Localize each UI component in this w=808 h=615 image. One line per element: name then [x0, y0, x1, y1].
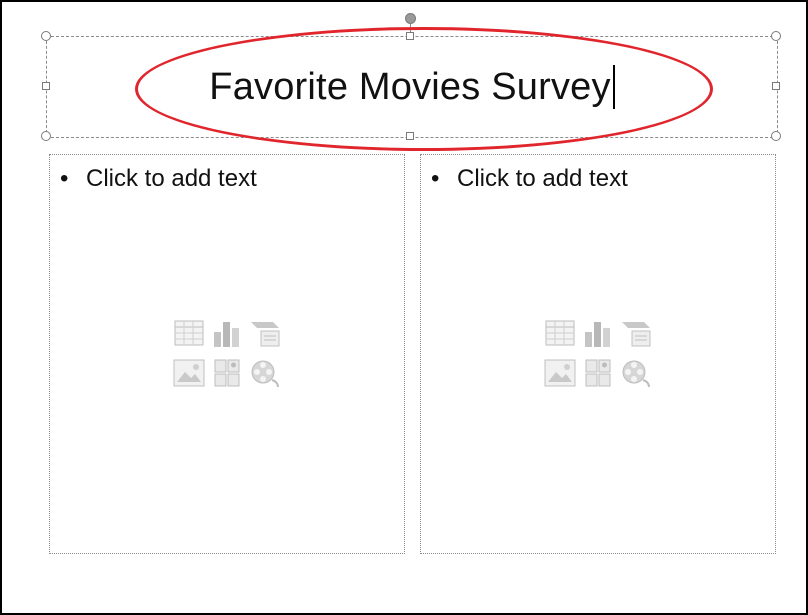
- resize-handle-bottom-left[interactable]: [41, 131, 51, 141]
- resize-handle-left[interactable]: [42, 82, 50, 90]
- title-text-area[interactable]: Favorite Movies Survey: [47, 37, 777, 137]
- content-placeholder-left[interactable]: • Click to add text: [49, 154, 405, 554]
- insert-content-icons: [543, 315, 653, 391]
- insert-table-icon[interactable]: [543, 315, 577, 351]
- placeholder-text: Click to add text: [86, 165, 257, 192]
- content-placeholder-right[interactable]: • Click to add text: [420, 154, 776, 554]
- title-placeholder[interactable]: Favorite Movies Survey: [46, 36, 778, 138]
- resize-handle-top-right[interactable]: [771, 31, 781, 41]
- placeholder-text: Click to add text: [457, 165, 628, 192]
- insert-table-icon[interactable]: [172, 315, 206, 351]
- insert-content-icons: [172, 315, 282, 391]
- insert-media-icon[interactable]: [619, 355, 653, 391]
- bullet-glyph: •: [60, 165, 69, 192]
- resize-handle-right[interactable]: [772, 82, 780, 90]
- rotate-handle[interactable]: [405, 13, 416, 24]
- insert-chart-icon[interactable]: [581, 315, 615, 351]
- text-cursor: [612, 65, 615, 109]
- slide-title: Favorite Movies Survey: [209, 65, 611, 108]
- insert-media-icon[interactable]: [248, 355, 282, 391]
- resize-handle-bottom[interactable]: [406, 132, 414, 140]
- bullet-item[interactable]: • Click to add text: [60, 165, 257, 193]
- resize-handle-top[interactable]: [406, 32, 414, 40]
- insert-clipart-icon[interactable]: [210, 355, 244, 391]
- insert-smartart-icon[interactable]: [619, 315, 653, 351]
- insert-clipart-icon[interactable]: [581, 355, 615, 391]
- resize-handle-bottom-right[interactable]: [771, 131, 781, 141]
- insert-chart-icon[interactable]: [210, 315, 244, 351]
- insert-smartart-icon[interactable]: [248, 315, 282, 351]
- insert-picture-icon[interactable]: [172, 355, 206, 391]
- bullet-glyph: •: [431, 165, 440, 192]
- resize-handle-top-left[interactable]: [41, 31, 51, 41]
- bullet-item[interactable]: • Click to add text: [431, 165, 628, 193]
- insert-picture-icon[interactable]: [543, 355, 577, 391]
